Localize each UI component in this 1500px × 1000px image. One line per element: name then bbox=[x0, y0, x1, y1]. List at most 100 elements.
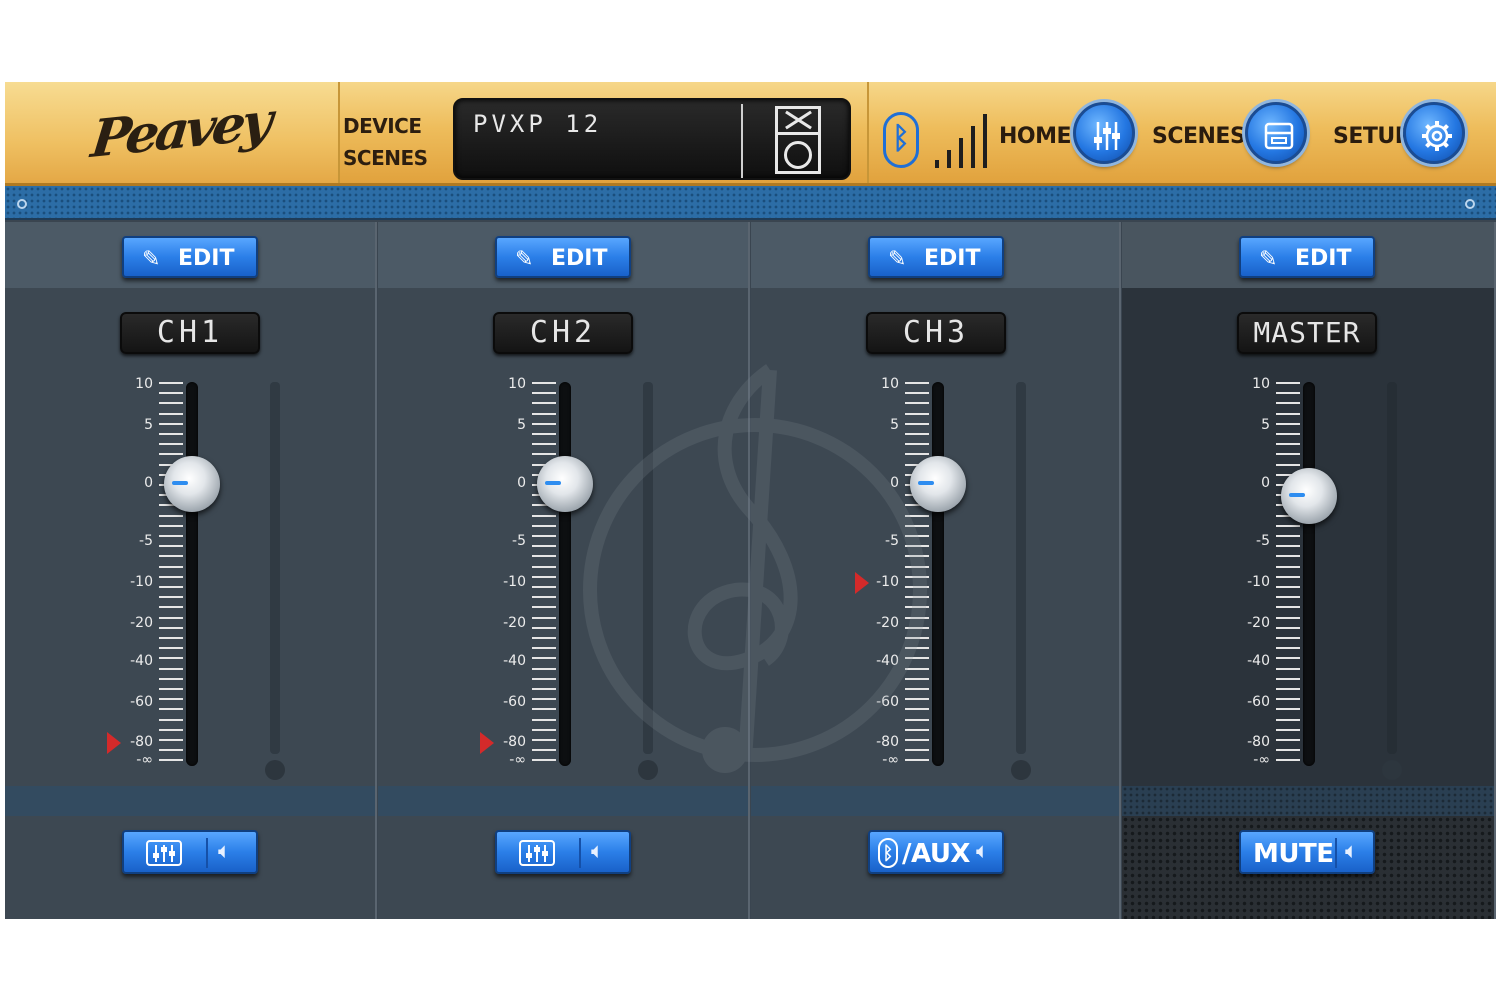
scale-tick bbox=[905, 402, 929, 405]
scale-label: 0 bbox=[144, 475, 153, 491]
channel-mode-button[interactable]: 🔈︎ bbox=[122, 830, 258, 874]
channel-divider-bar bbox=[378, 786, 748, 816]
scale-tick bbox=[1276, 657, 1300, 660]
scale-label: -40 bbox=[130, 653, 153, 669]
scale-tick bbox=[532, 433, 556, 435]
mixer-icon bbox=[519, 840, 555, 866]
fader-knob[interactable] bbox=[910, 456, 966, 512]
scale-tick bbox=[905, 453, 929, 456]
scale-tick bbox=[532, 586, 556, 588]
scale-label: -60 bbox=[130, 694, 153, 710]
signal-level-marker bbox=[107, 732, 121, 754]
pencil-icon: ✎ bbox=[888, 246, 907, 271]
scale-tick bbox=[532, 392, 556, 395]
fader-knob[interactable] bbox=[1281, 467, 1337, 524]
scale-tick bbox=[1276, 688, 1300, 690]
scale-tick bbox=[159, 443, 183, 446]
scale-tick bbox=[159, 586, 183, 588]
mixer-icon bbox=[146, 840, 182, 866]
scale-tick bbox=[159, 433, 183, 435]
pencil-icon: ✎ bbox=[515, 246, 534, 271]
fader-track[interactable] bbox=[932, 382, 944, 766]
scale-tick bbox=[1276, 575, 1300, 578]
scale-tick bbox=[532, 545, 556, 548]
gear-icon bbox=[1422, 121, 1452, 151]
blue-rail bbox=[5, 186, 1496, 220]
scale-tick bbox=[532, 759, 556, 762]
scale-tick bbox=[1276, 677, 1300, 680]
edit-button[interactable]: ✎ EDIT bbox=[495, 236, 631, 278]
edit-button[interactable]: ✎ EDIT bbox=[868, 236, 1004, 278]
level-meter bbox=[270, 382, 280, 754]
scale-tick bbox=[1276, 402, 1300, 405]
scale-tick bbox=[532, 688, 556, 690]
scale-tick bbox=[1276, 422, 1300, 425]
scale-tick bbox=[159, 412, 183, 415]
scenes-button[interactable] bbox=[1245, 102, 1307, 164]
home-button[interactable] bbox=[1073, 102, 1135, 164]
nav-scenes-label[interactable]: SCENES bbox=[1152, 124, 1246, 149]
level-meter bbox=[643, 382, 653, 754]
edit-button[interactable]: ✎ EDIT bbox=[122, 236, 258, 278]
scale-tick bbox=[532, 616, 556, 619]
channel-name-display: CH2 bbox=[493, 312, 633, 354]
bluetooth-aux-button[interactable]: ᛒ /AUX 🔈︎ bbox=[868, 830, 1004, 874]
setup-button[interactable] bbox=[1403, 102, 1465, 164]
speaker-volume-icon: 🔈︎ bbox=[976, 838, 990, 863]
fader-track[interactable] bbox=[559, 382, 571, 766]
scale-label: -10 bbox=[1247, 574, 1270, 590]
device-scenes-button[interactable]: DEVICE SCENES bbox=[343, 110, 453, 174]
nav-home-label[interactable]: HOME bbox=[999, 124, 1072, 149]
fader-track[interactable] bbox=[1303, 382, 1315, 766]
scale-tick bbox=[1276, 463, 1300, 466]
scale-label: -20 bbox=[876, 615, 899, 631]
channel-divider-bar bbox=[5, 786, 375, 816]
scale-tick bbox=[1276, 749, 1300, 752]
scale-tick bbox=[905, 555, 929, 558]
scale-tick bbox=[1276, 718, 1300, 721]
nav-setup-label[interactable]: SETUP bbox=[1333, 124, 1411, 149]
top-bar: Peavey DEVICE SCENES PVXP 12 ᛒ HOME SCEN… bbox=[5, 82, 1496, 186]
scale-tick bbox=[1276, 698, 1300, 701]
channel-mode-button[interactable]: 🔈︎ bbox=[495, 830, 631, 874]
scale-label: -10 bbox=[503, 574, 526, 590]
scale-label: -20 bbox=[1247, 615, 1270, 631]
bluetooth-icon[interactable]: ᛒ bbox=[883, 112, 919, 168]
scale-tick bbox=[159, 739, 183, 741]
scale-tick bbox=[159, 749, 183, 752]
scale-tick bbox=[532, 626, 556, 629]
fader-track[interactable] bbox=[186, 382, 198, 766]
edit-label: EDIT bbox=[178, 246, 235, 271]
fader-knob[interactable] bbox=[164, 456, 220, 512]
scale-label: -80 bbox=[1247, 734, 1270, 750]
scale-tick bbox=[1276, 637, 1300, 639]
scale-tick bbox=[905, 637, 929, 639]
scale-tick bbox=[1276, 555, 1300, 558]
scale-tick bbox=[159, 647, 183, 650]
fader-knob[interactable] bbox=[537, 456, 593, 512]
scale-tick bbox=[1276, 412, 1300, 415]
channel-strip-2: ✎ EDIT CH2 10 5 0 -5 -10 -20 -40 -60 -80 -∞ 🔈︎ bbox=[378, 222, 750, 919]
edit-button[interactable]: ✎ EDIT bbox=[1239, 236, 1375, 278]
scale-tick bbox=[159, 688, 183, 690]
scale-tick bbox=[905, 657, 929, 660]
mute-button[interactable]: MUTE 🔈︎ bbox=[1239, 830, 1375, 874]
channel-strip-3: ✎ EDIT CH3 10 5 0 -5 -10 -20 -40 -60 -80 -∞ ᛒ /AUX… bbox=[751, 222, 1121, 919]
rail-screw-right bbox=[1465, 199, 1475, 209]
scale-label: 5 bbox=[890, 417, 899, 433]
scale-label: -60 bbox=[1247, 694, 1270, 710]
scale-tick bbox=[1276, 667, 1300, 670]
device-display[interactable]: PVXP 12 bbox=[453, 98, 851, 180]
scale-tick bbox=[1276, 596, 1300, 599]
scale-tick bbox=[532, 596, 556, 599]
scale-label: -∞ bbox=[1253, 752, 1270, 768]
scale-label: -∞ bbox=[136, 752, 153, 768]
scale-tick bbox=[532, 422, 556, 425]
scale-label: -20 bbox=[503, 615, 526, 631]
scale-tick bbox=[532, 575, 556, 578]
speaker-volume-icon: 🔈︎ bbox=[591, 838, 605, 863]
scale-tick bbox=[159, 535, 183, 537]
scale-label: -40 bbox=[876, 653, 899, 669]
scale-tick bbox=[1276, 565, 1300, 568]
scale-tick bbox=[532, 382, 556, 384]
